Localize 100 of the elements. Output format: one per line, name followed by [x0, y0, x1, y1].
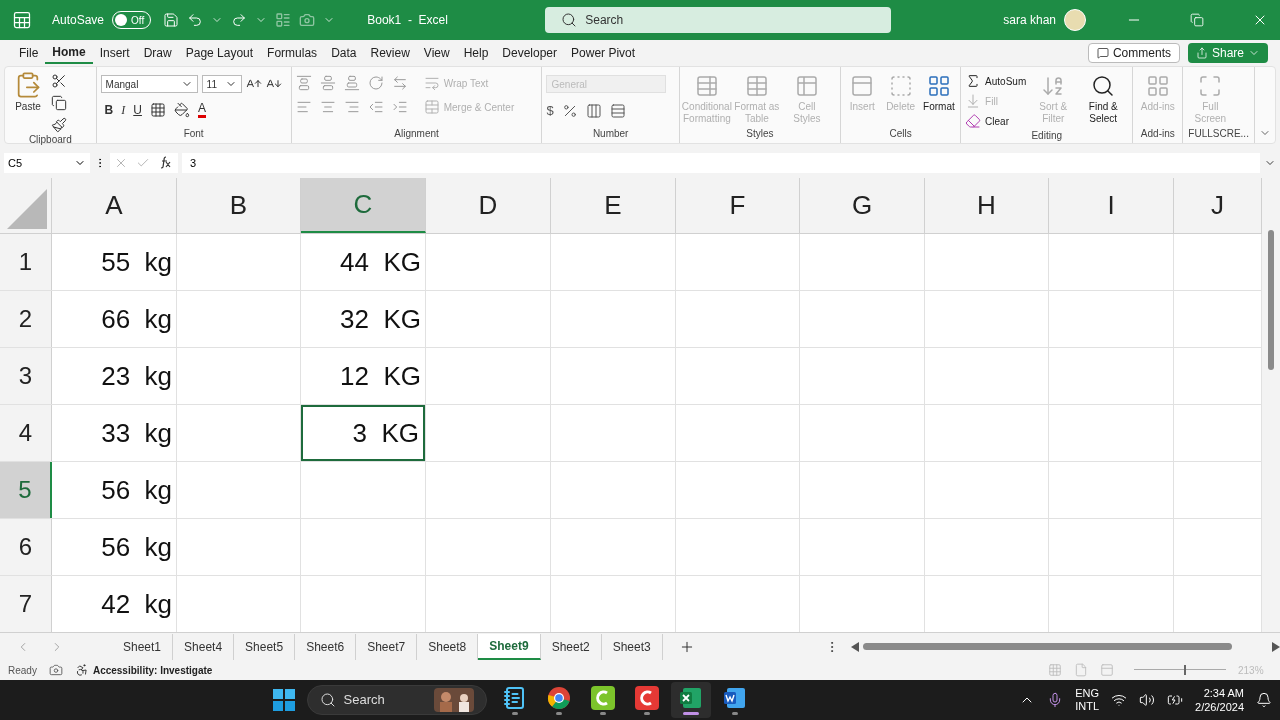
row-header[interactable]: 3: [0, 348, 52, 404]
sheet-tab[interactable]: Sheet1: [112, 633, 174, 660]
accessibility-icon[interactable]: [74, 663, 89, 677]
autosum-button[interactable]: AutoSum: [965, 73, 1027, 89]
sheet-tab[interactable]: Sheet2: [540, 633, 602, 660]
menu-tab[interactable]: Help: [456, 42, 496, 64]
sheet-tab[interactable]: Sheet7: [356, 633, 418, 660]
macro-icon[interactable]: [48, 663, 63, 677]
avatar[interactable]: [1064, 9, 1086, 31]
orientation-icon[interactable]: [367, 75, 384, 91]
comments-button[interactable]: Comments: [1087, 43, 1180, 63]
table-cell[interactable]: 56 kg: [52, 519, 176, 575]
scroll-right-icon[interactable]: [1272, 641, 1280, 652]
menu-tab[interactable]: Power Pivot: [564, 42, 643, 64]
italic-button[interactable]: I: [121, 101, 126, 119]
align-bottom-icon[interactable]: [343, 75, 360, 91]
restore-icon[interactable]: [1190, 13, 1204, 27]
column-header[interactable]: D: [426, 178, 551, 233]
ribbon-button[interactable]: Find & Select: [1080, 71, 1127, 125]
align-right-icon[interactable]: [343, 99, 360, 115]
scroll-left-icon[interactable]: [850, 641, 859, 652]
clock-time[interactable]: 2:34 AM: [1203, 686, 1244, 700]
horizontal-scrollbar[interactable]: [850, 641, 1280, 652]
table-cell[interactable]: 33 kg: [52, 405, 176, 461]
menu-tab[interactable]: Review: [363, 42, 417, 64]
zoom-thumb[interactable]: [1184, 665, 1187, 675]
table-cell[interactable]: 66 kg: [52, 291, 176, 347]
copy-icon[interactable]: [51, 95, 67, 111]
menu-tab[interactable]: Data: [324, 42, 364, 64]
sheet-tab[interactable]: Sheet4: [173, 633, 235, 660]
table-cell[interactable]: 56 kg: [52, 462, 176, 518]
format-painter-icon[interactable]: [51, 117, 67, 133]
search-icon[interactable]: [1091, 74, 1116, 98]
currency-button[interactable]: $: [546, 101, 554, 121]
accessibility-status[interactable]: Accessibility: Investigate: [74, 662, 213, 678]
sheet-tab[interactable]: Sheet3: [601, 633, 663, 660]
table-cell[interactable]: 42 kg: [52, 576, 176, 632]
clear-button[interactable]: Clear: [965, 113, 1027, 129]
share-icon[interactable]: [1195, 47, 1208, 59]
font-size-field[interactable]: 11: [201, 75, 242, 93]
normal-view-icon[interactable]: [1048, 663, 1062, 677]
percent-icon[interactable]: [561, 102, 578, 119]
language-indicator[interactable]: ENG: [1075, 687, 1100, 700]
table-cell[interactable]: 23 kg: [52, 348, 176, 404]
app-logo-icon[interactable]: [590, 685, 615, 710]
wifi-icon[interactable]: [1111, 692, 1128, 708]
align-middle-icon[interactable]: [319, 75, 336, 91]
table-cell[interactable]: 12 KG: [301, 348, 425, 404]
sheet-tab[interactable]: Sheet9: [478, 633, 541, 660]
row-header[interactable]: 7: [0, 576, 52, 632]
volume-icon[interactable]: [1139, 692, 1156, 708]
share-button[interactable]: Share: [1187, 43, 1268, 63]
text-direction-icon[interactable]: [391, 75, 408, 91]
underline-button[interactable]: U: [133, 101, 142, 119]
table-cell[interactable]: 55 kg: [52, 234, 176, 290]
column-header[interactable]: F: [676, 178, 800, 233]
scrollbar-thumb[interactable]: [1268, 230, 1274, 370]
table-cell[interactable]: 32 KG: [301, 291, 425, 347]
column-header[interactable]: C: [301, 178, 426, 233]
column-header[interactable]: G: [800, 178, 925, 233]
align-center-icon[interactable]: [319, 99, 336, 115]
search-field[interactable]: Search: [545, 7, 892, 33]
menu-tab[interactable]: Insert: [92, 42, 137, 64]
notification-icon[interactable]: [1256, 692, 1272, 708]
row-header[interactable]: 2: [0, 291, 52, 347]
row-header[interactable]: 1: [0, 234, 52, 290]
app-logo-icon[interactable]: [634, 685, 659, 710]
zoom-slider[interactable]: [1134, 665, 1226, 675]
table-cell[interactable]: 44 KG: [301, 234, 425, 290]
align-top-icon[interactable]: [295, 75, 312, 91]
fill-color-icon[interactable]: [173, 102, 190, 118]
comment-icon[interactable]: [1096, 47, 1109, 59]
word-icon[interactable]: [722, 685, 747, 710]
name-box[interactable]: C5: [4, 153, 90, 173]
taskbar-search[interactable]: Search: [306, 685, 487, 715]
undo-icon[interactable]: [187, 12, 204, 28]
ribbon-button[interactable]: Format: [921, 71, 957, 113]
cancel-icon[interactable]: [114, 156, 128, 170]
column-header[interactable]: H: [925, 178, 1049, 233]
save-icon[interactable]: [163, 12, 180, 28]
enter-icon[interactable]: [136, 156, 150, 170]
menu-tab[interactable]: Home: [45, 42, 93, 64]
battery-icon[interactable]: [1167, 692, 1184, 708]
sheet-tab[interactable]: Sheet5: [234, 633, 296, 660]
bold-button[interactable]: B: [104, 101, 114, 119]
paste-button[interactable]: Paste: [9, 71, 47, 114]
menu-tab[interactable]: Developer: [495, 42, 565, 64]
eraser-icon[interactable]: [965, 113, 982, 129]
sheet-tab[interactable]: Sheet6: [295, 633, 357, 660]
formula-field[interactable]: 3: [182, 153, 1260, 173]
borders-icon[interactable]: [149, 102, 166, 118]
indent-increase-icon[interactable]: [391, 99, 408, 115]
redo-icon[interactable]: [231, 12, 248, 28]
cut-icon[interactable]: [51, 73, 67, 89]
row-header[interactable]: 4: [0, 405, 52, 461]
column-header[interactable]: E: [551, 178, 676, 233]
chrome-icon[interactable]: [546, 685, 571, 710]
align-left-icon[interactable]: [295, 99, 312, 115]
menu-tab[interactable]: File: [12, 42, 46, 64]
keyboard-layout[interactable]: INTL: [1075, 700, 1100, 713]
